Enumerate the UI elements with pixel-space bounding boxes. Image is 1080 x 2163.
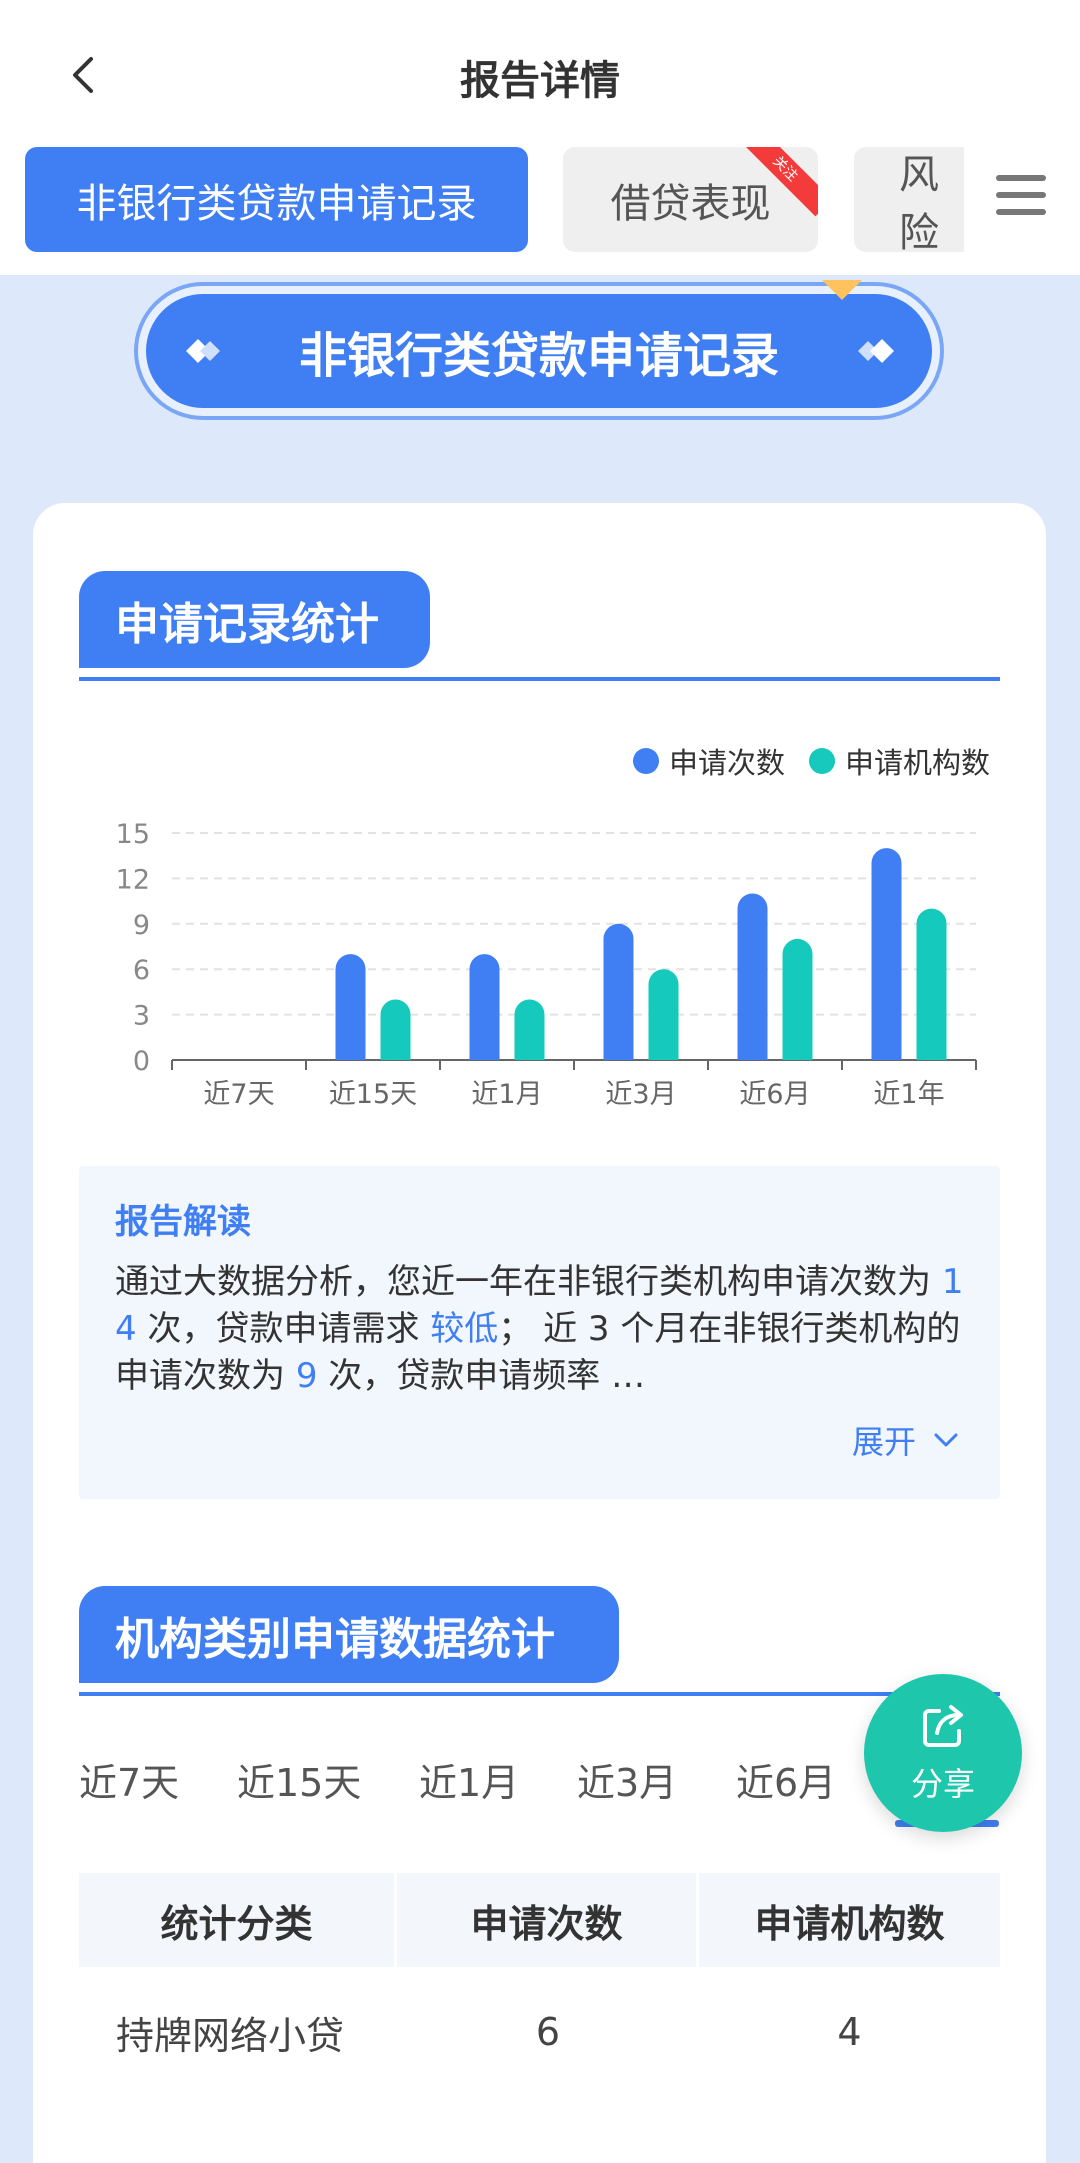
tab-risk[interactable]: 风险 (854, 147, 964, 252)
share-button[interactable]: 分享 (864, 1674, 1022, 1832)
interpretation-title: 报告解读 (115, 1202, 251, 1242)
x-tick-label: 近6月 (739, 1079, 810, 1110)
interpretation-text: 通过大数据分析，您近一年在非银行类机构申请次数为 14 次，贷款申请需求 较低；… (115, 1262, 964, 1396)
top-bar: 报告详情 非银行类贷款申请记录 借贷表现 关注 风险 (0, 0, 1080, 275)
expand-button[interactable]: 展开 (852, 1417, 960, 1463)
row-category: 持牌网络小贷 (116, 2013, 345, 2058)
period-tab-3m[interactable]: 近3月 (577, 1752, 677, 1807)
x-tick-label: 近7天 (203, 1079, 274, 1110)
bar-applications (737, 893, 768, 1060)
y-tick-label: 15 (116, 819, 150, 850)
header-category: 统计分类 (79, 1873, 397, 1967)
y-tick-label: 9 (133, 910, 150, 941)
x-tick-label: 近1月 (471, 1079, 542, 1110)
bar-institutions (648, 969, 679, 1060)
bar-applications (871, 848, 902, 1060)
tab-label: 非银行类贷款申请记录 (76, 180, 477, 227)
tab-label: 风险 (899, 151, 939, 253)
legend-item-applications: 申请次数 (632, 740, 785, 782)
x-tick-label: 近15天 (329, 1079, 417, 1110)
y-tick-label: 6 (133, 955, 150, 986)
three-month-count: 9 (295, 1356, 318, 1396)
tab-label: 借贷表现 (610, 180, 771, 227)
legend-dot (632, 748, 659, 774)
x-tick-label: 近1年 (873, 1079, 944, 1110)
institution-table: 统计分类 申请次数 申请机构数 持牌网络小贷 6 4 (79, 1873, 1000, 2097)
application-bar-chart: 0 3 6 9 12 15 近7天 近15天 近1月 近3月 近6月 近1年 (116, 819, 977, 1110)
bar-institutions (514, 999, 545, 1060)
demand-level: 较低 (430, 1309, 499, 1349)
expand-label: 展开 (851, 1423, 916, 1461)
menu-icon[interactable] (996, 175, 1046, 215)
header-applications: 申请次数 (397, 1873, 699, 1967)
diamond-decoration-icon (186, 339, 220, 363)
header-institutions: 申请机构数 (754, 1901, 945, 1946)
period-tab-1m[interactable]: 近1月 (419, 1752, 519, 1807)
y-tick-label: 0 (133, 1046, 150, 1077)
page-title: 报告详情 (460, 58, 620, 104)
row-institutions: 4 (837, 2010, 862, 2054)
chart-legend: 申请次数 申请机构数 (609, 740, 990, 782)
institution-section-title: 机构类别申请数据统计 (79, 1586, 619, 1683)
section-banner-title: 非银行类贷款申请记录 (298, 328, 779, 384)
bar-institutions (782, 938, 813, 1060)
section-divider (79, 1692, 1000, 1696)
share-icon (923, 1705, 963, 1747)
section-banner: 非银行类贷款申请记录 (134, 280, 944, 420)
y-tick-label: 3 (133, 1001, 150, 1032)
x-tick-label: 近3月 (605, 1079, 676, 1110)
bar-applications (469, 954, 500, 1060)
sparkle-icon (822, 280, 862, 300)
chevron-down-icon (934, 1433, 958, 1447)
legend-dot (808, 748, 835, 774)
stats-section-title: 申请记录统计 (79, 571, 430, 668)
bar-institutions (380, 999, 411, 1060)
table-row: 持牌网络小贷 6 4 (79, 1967, 1000, 2097)
bar-institutions (916, 908, 947, 1060)
report-interpretation: 报告解读 通过大数据分析，您近一年在非银行类机构申请次数为 14 次，贷款申请需… (79, 1166, 1000, 1499)
bar-applications (335, 954, 366, 1060)
diamond-decoration-icon (858, 339, 894, 363)
tab-loan-performance[interactable]: 借贷表现 关注 (563, 147, 818, 252)
legend-item-institutions: 申请机构数 (808, 740, 990, 782)
table-header: 统计分类 申请次数 申请机构数 (79, 1873, 1000, 1967)
section-divider (79, 677, 1000, 681)
period-tab-7d[interactable]: 近7天 (79, 1752, 179, 1807)
bar-applications (603, 923, 634, 1060)
legend-label: 申请机构数 (844, 746, 990, 780)
share-label: 分享 (910, 1765, 975, 1803)
y-tick-label: 12 (116, 864, 150, 895)
period-tab-15d[interactable]: 近15天 (237, 1752, 361, 1807)
tab-non-bank-loan-records[interactable]: 非银行类贷款申请记录 (25, 147, 528, 252)
row-applications: 6 (535, 2010, 561, 2054)
period-tab-6m[interactable]: 近6月 (736, 1752, 836, 1807)
legend-label: 申请次数 (668, 746, 785, 780)
